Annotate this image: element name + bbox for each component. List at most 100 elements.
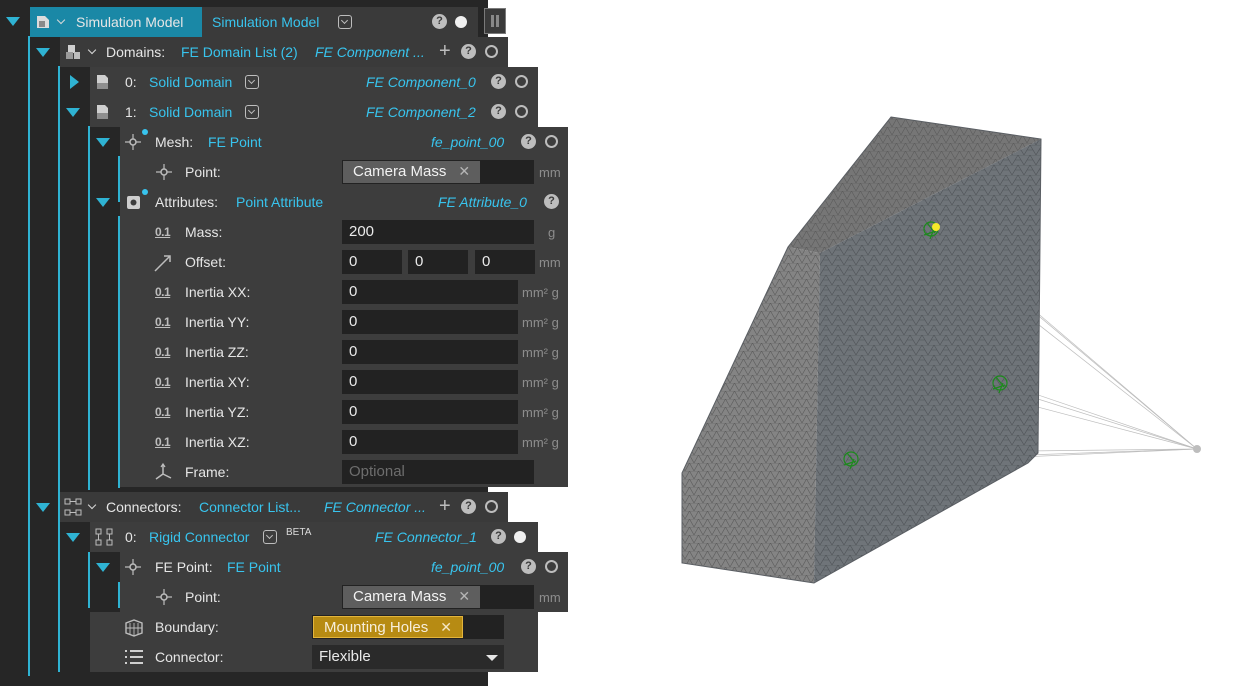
inertia-input[interactable]: 0: [342, 280, 518, 304]
inertia-label: Inertia XZ:: [185, 434, 250, 450]
domains-ref: FE Component ...: [315, 44, 425, 60]
domains-type[interactable]: FE Domain List (2): [181, 44, 298, 60]
status-dot-icon[interactable]: [514, 531, 526, 543]
chevron-down-icon[interactable]: [245, 75, 259, 89]
domain-1-type[interactable]: Solid Domain: [149, 104, 232, 120]
boundary-row: Boundary: Mounting Holes ✕: [90, 612, 538, 642]
domains-row[interactable]: Domains: FE Domain List (2) FE Component…: [60, 37, 508, 67]
frame-input[interactable]: Optional: [342, 460, 534, 484]
mass-input[interactable]: 200: [342, 220, 534, 244]
add-icon[interactable]: +: [439, 496, 451, 516]
inertia-unit: mm² g: [522, 315, 559, 330]
inertia-label: Inertia XY:: [185, 374, 250, 390]
connector-mode-select[interactable]: Flexible: [312, 645, 504, 669]
connector-0-type[interactable]: Rigid Connector: [149, 529, 249, 545]
status-dot-icon[interactable]: [455, 16, 467, 28]
expand-toggle[interactable]: [96, 138, 110, 147]
status-ring-icon[interactable]: [485, 500, 498, 513]
help-icon[interactable]: ?: [491, 104, 506, 119]
domain-0-ref: FE Component_0: [366, 74, 476, 90]
value-icon: 0.1: [155, 345, 171, 359]
domain-0-type[interactable]: Solid Domain: [149, 74, 232, 90]
expand-toggle[interactable]: [6, 17, 20, 26]
mesh-point-chip[interactable]: Camera Mass ✕: [343, 161, 481, 183]
status-ring-icon[interactable]: [515, 105, 528, 118]
boundary-chip[interactable]: Mounting Holes ✕: [313, 616, 463, 638]
connectors-type[interactable]: Connector List...: [199, 499, 301, 515]
status-ring-icon[interactable]: [545, 560, 558, 573]
fe-point-row[interactable]: FE Point: FE Point fe_point_00 ?: [120, 552, 568, 582]
simulation-model-row[interactable]: Simulation Model: [30, 7, 202, 37]
modified-dot-icon: [142, 189, 148, 195]
expand-toggle[interactable]: [36, 503, 50, 512]
inertia-input[interactable]: 0: [342, 340, 518, 364]
mass-row: 0.1 Mass: 200 g: [120, 217, 568, 247]
expand-toggle[interactable]: [70, 75, 79, 89]
domain-1-index: 1:: [125, 104, 137, 120]
help-icon[interactable]: ?: [491, 529, 506, 544]
root-selector[interactable]: Simulation Model: [212, 14, 319, 30]
help-icon[interactable]: ?: [461, 499, 476, 514]
point-icon: [156, 164, 172, 180]
chip-label: Mounting Holes: [324, 619, 429, 636]
fe-point-point-chip[interactable]: Camera Mass ✕: [343, 586, 481, 608]
fe-point-type[interactable]: FE Point: [227, 559, 281, 575]
help-icon[interactable]: ?: [432, 14, 447, 29]
inertia-input[interactable]: 0: [342, 400, 518, 424]
status-ring-icon[interactable]: [515, 75, 528, 88]
status-ring-icon[interactable]: [485, 45, 498, 58]
offset-x-input[interactable]: 0: [342, 250, 402, 274]
status-ring-icon[interactable]: [545, 135, 558, 148]
expand-toggle[interactable]: [36, 48, 50, 57]
point-icon: [125, 559, 141, 575]
help-icon[interactable]: ?: [491, 74, 506, 89]
root-selector-row: Simulation Model ?: [202, 7, 478, 37]
dropdown-arrow-icon[interactable]: [486, 655, 498, 661]
domain-0-row[interactable]: 0: Solid Domain FE Component_0 ?: [90, 67, 538, 97]
remove-icon[interactable]: ✕: [458, 163, 470, 179]
chevron-down-icon[interactable]: [87, 45, 97, 55]
pause-button[interactable]: [484, 8, 506, 34]
inertia-label: Inertia ZZ:: [185, 344, 249, 360]
inertia-input[interactable]: 0: [342, 310, 518, 334]
help-icon[interactable]: ?: [521, 559, 536, 574]
3d-viewport[interactable]: [640, 95, 1234, 605]
inertia-unit: mm² g: [522, 405, 559, 420]
camera-mass-point[interactable]: [1193, 445, 1201, 453]
offset-y-input[interactable]: 0: [408, 250, 468, 274]
inertia-row: 0.1 Inertia XY: 0 mm² g: [120, 367, 568, 397]
connectors-row[interactable]: Connectors: Connector List... FE Connect…: [60, 492, 508, 522]
remove-icon[interactable]: ✕: [458, 588, 470, 604]
chevron-down-icon[interactable]: [87, 500, 97, 510]
chevron-down-icon[interactable]: [56, 15, 66, 25]
mesh-row[interactable]: Mesh: FE Point fe_point_00 ?: [120, 127, 568, 157]
inertia-input[interactable]: 0: [342, 430, 518, 454]
chevron-down-icon[interactable]: [338, 15, 352, 29]
solid-domain-icon: [97, 105, 108, 119]
help-icon[interactable]: ?: [461, 44, 476, 59]
tree-rail: [58, 66, 60, 672]
tree-rail: [88, 126, 90, 490]
remove-icon[interactable]: ✕: [440, 619, 452, 635]
attributes-row[interactable]: Attributes: Point Attribute FE Attribute…: [120, 187, 568, 217]
mesh-point-label: Point:: [185, 164, 221, 180]
expand-toggle[interactable]: [96, 563, 110, 572]
select-value: Flexible: [319, 648, 371, 665]
chevron-down-icon[interactable]: [263, 530, 277, 544]
expand-toggle[interactable]: [66, 533, 80, 542]
attributes-type[interactable]: Point Attribute: [236, 194, 323, 210]
domain-1-row[interactable]: 1: Solid Domain FE Component_2 ?: [90, 97, 538, 127]
add-icon[interactable]: +: [439, 41, 451, 61]
help-icon[interactable]: ?: [544, 194, 559, 209]
inertia-input[interactable]: 0: [342, 370, 518, 394]
help-icon[interactable]: ?: [521, 134, 536, 149]
expand-toggle[interactable]: [96, 198, 110, 207]
offset-z-input[interactable]: 0: [475, 250, 535, 274]
attribute-icon: [127, 196, 140, 209]
mesh-type[interactable]: FE Point: [208, 134, 262, 150]
expand-toggle[interactable]: [66, 108, 80, 117]
frame-icon: [155, 462, 172, 480]
value-icon: 0.1: [155, 405, 171, 419]
connector-0-row[interactable]: 0: Rigid Connector BETA FE Connector_1 ?: [90, 522, 538, 552]
chevron-down-icon[interactable]: [245, 105, 259, 119]
